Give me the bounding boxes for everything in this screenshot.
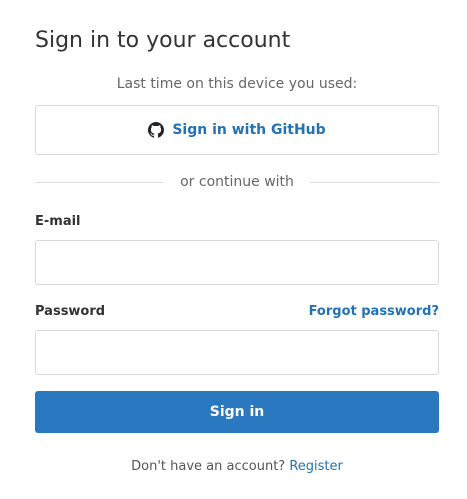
register-prompt-text: Don't have an account? (131, 459, 286, 474)
divider-line-left (35, 181, 165, 183)
register-link[interactable]: Register (289, 459, 343, 474)
github-signin-button[interactable]: Sign in with GitHub (35, 105, 439, 155)
sign-in-button[interactable]: Sign in (35, 391, 439, 433)
last-used-text: Last time on this device you used: (116, 76, 358, 92)
password-label: Password (35, 304, 106, 319)
divider: or continue with (35, 172, 439, 192)
divider-text: or continue with (180, 174, 294, 190)
github-signin-label: Sign in with GitHub (172, 122, 326, 138)
divider-line-right (309, 181, 439, 183)
email-field[interactable] (35, 240, 439, 285)
github-icon (148, 122, 165, 138)
password-field[interactable] (35, 330, 439, 375)
forgot-password-link[interactable]: Forgot password? (309, 303, 439, 321)
email-label: E-mail (35, 214, 81, 229)
register-prompt: Don't have an account? Register (35, 458, 439, 476)
page-title: Sign in to your account (35, 28, 291, 53)
